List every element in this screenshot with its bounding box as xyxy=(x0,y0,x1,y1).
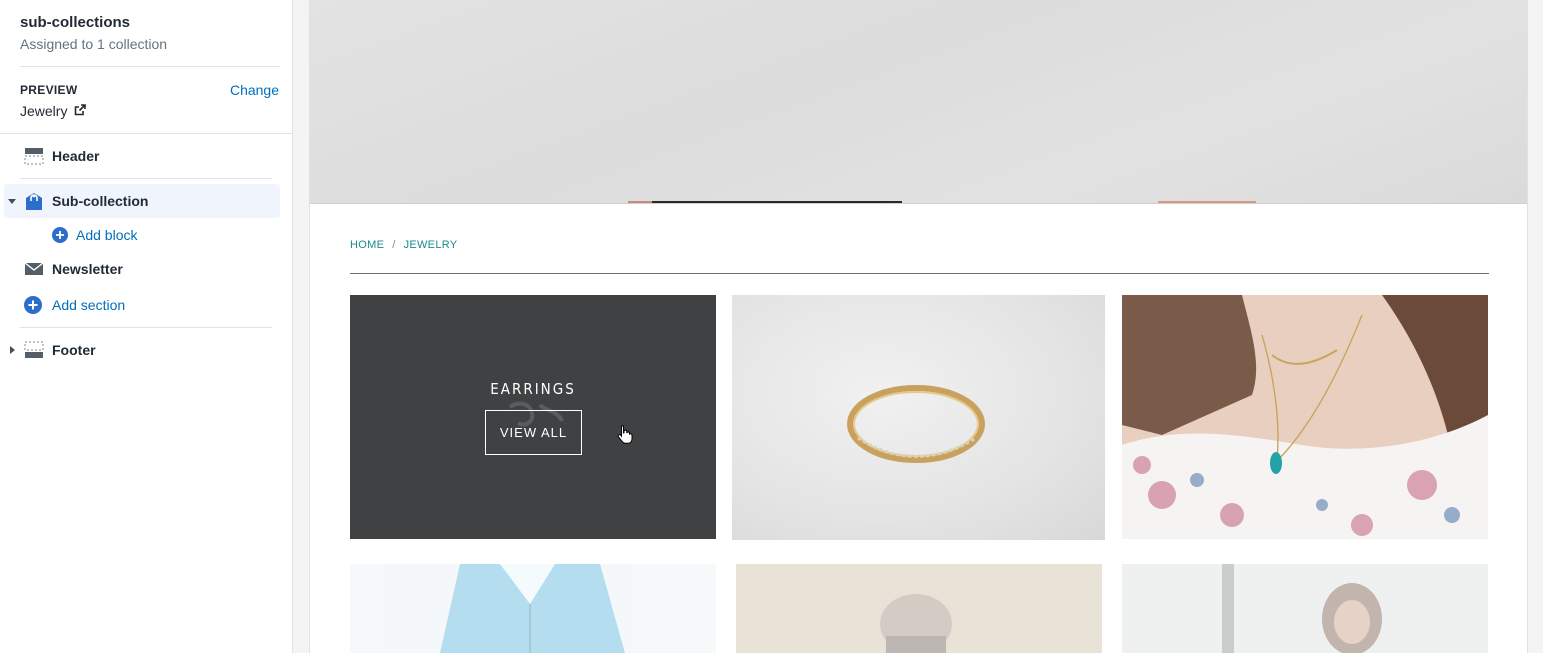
external-link-icon[interactable] xyxy=(74,103,87,119)
section-sub-collection[interactable]: Sub-collection xyxy=(4,184,280,218)
preview-label: PREVIEW xyxy=(20,83,78,97)
preview-resource[interactable]: Jewelry xyxy=(20,103,87,119)
add-section-label: Add section xyxy=(52,297,126,313)
divider xyxy=(20,327,272,328)
section-header[interactable]: Header xyxy=(4,139,280,173)
caret-right-icon[interactable] xyxy=(4,345,20,355)
section-header-label: Header xyxy=(52,148,100,164)
hand-cursor-icon xyxy=(617,425,633,444)
field-model-image xyxy=(736,564,1102,653)
section-sub-collection-label: Sub-collection xyxy=(52,193,149,209)
header-layout-icon xyxy=(20,147,52,165)
section-footer[interactable]: Footer xyxy=(4,333,280,367)
tile-title: EARRINGS xyxy=(490,380,576,398)
collection-tile-jacket[interactable] xyxy=(350,564,716,653)
add-circle-icon xyxy=(20,296,52,314)
breadcrumb: HOME / JEWELRY xyxy=(350,239,457,251)
section-newsletter-label: Newsletter xyxy=(52,261,123,277)
template-header: sub-collections Assigned to 1 collection xyxy=(20,14,167,52)
theme-editor: sub-collections Assigned to 1 collection… xyxy=(0,0,1543,653)
storefront-preview: HOME / JEWELRY EARRINGS VIEW ALL xyxy=(309,0,1528,653)
breadcrumb-home[interactable]: HOME xyxy=(350,239,384,251)
section-newsletter[interactable]: Newsletter xyxy=(4,252,280,286)
add-block-button[interactable]: Add block xyxy=(48,218,248,252)
change-preview-link[interactable]: Change xyxy=(230,82,279,98)
gold-ring-image xyxy=(847,385,985,463)
footer-layout-icon xyxy=(20,341,52,359)
add-circle-icon xyxy=(48,227,76,243)
collection-tile-earrings[interactable]: EARRINGS VIEW ALL xyxy=(350,295,716,539)
collection-tile-necklaces[interactable] xyxy=(1122,295,1488,539)
preview-resource-label: Jewelry xyxy=(20,103,68,119)
collection-tile-hat[interactable] xyxy=(736,564,1102,653)
section-footer-label: Footer xyxy=(52,342,96,358)
breadcrumb-jewelry[interactable]: JEWELRY xyxy=(404,239,458,251)
collection-tile-rings[interactable] xyxy=(732,295,1105,540)
collection-tile-portrait[interactable] xyxy=(1122,564,1488,653)
necklace-model-image xyxy=(1122,295,1488,539)
envelope-icon xyxy=(20,262,52,276)
template-title: sub-collections xyxy=(20,14,131,31)
divider xyxy=(20,178,272,179)
template-subtitle: Assigned to 1 collection xyxy=(20,36,168,52)
jacket-model-image xyxy=(440,564,625,653)
breadcrumb-separator: / xyxy=(392,239,396,251)
collection-hero-image xyxy=(310,0,1527,204)
divider xyxy=(350,273,1489,274)
divider xyxy=(0,133,292,134)
add-section-button[interactable]: Add section xyxy=(4,288,280,322)
portrait-model-image xyxy=(1122,564,1488,653)
editor-sidebar: sub-collections Assigned to 1 collection… xyxy=(0,0,293,653)
view-all-button[interactable]: VIEW ALL xyxy=(485,410,582,455)
caret-down-icon[interactable] xyxy=(4,196,20,206)
divider xyxy=(20,66,280,67)
add-block-label: Add block xyxy=(76,227,138,243)
collection-tag-icon xyxy=(20,191,52,211)
